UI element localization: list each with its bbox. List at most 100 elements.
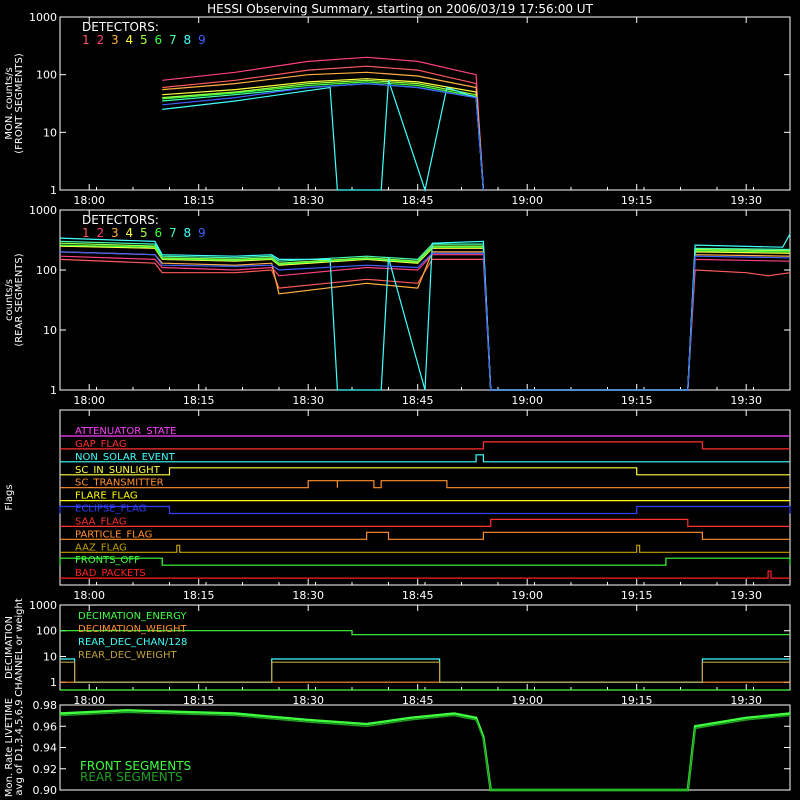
panel-front: 18:00 18:15 18:30 18:45 19:00 19:15 19:30 1 10 10… xyxy=(4,11,791,207)
legend-entry: 7 xyxy=(169,33,177,47)
hessi-summary-figure: HESSI Observing Summary, starting on 200… xyxy=(0,0,800,800)
y-tick-label: 1 xyxy=(50,384,57,397)
y-tick-label: 0.94 xyxy=(33,742,58,755)
series-line-detector-9 xyxy=(162,82,484,191)
decimation-line-rear_weight xyxy=(60,661,790,683)
y-tick-label: 100 xyxy=(36,264,57,277)
flag-line-bad_packets xyxy=(60,570,790,579)
legend-entry: 5 xyxy=(140,226,148,240)
legend-entry: 9 xyxy=(198,226,206,240)
legend-entry: 2 xyxy=(97,226,105,240)
flag-line-gap xyxy=(60,441,790,450)
series-line-detector-6 xyxy=(59,244,791,391)
panel-rear: 18:00 18:15 18:30 18:45 19:00 19:15 19:30 1 10 10… xyxy=(4,204,791,407)
legend-entry: 8 xyxy=(184,226,192,240)
legend-entry: 3 xyxy=(111,226,119,240)
y-tick-label: 0.92 xyxy=(33,763,58,776)
y-tick-label: 0.98 xyxy=(33,699,58,712)
x-tick-label: 18:00 xyxy=(73,394,105,407)
legend-entry: 6 xyxy=(155,33,163,47)
panel-decimation: 18:00 18:15 18:30 18:45 19:00 19:15 19:3011010… xyxy=(4,598,791,707)
y-tick-label: 100 xyxy=(36,69,57,82)
flag-line-eclipse xyxy=(59,505,791,515)
legend-entry: 4 xyxy=(126,226,134,240)
y-tick-label: 10 xyxy=(43,324,57,337)
y-tick-label: 100 xyxy=(36,625,57,638)
flag-label: GAP_FLAG xyxy=(75,439,127,450)
series-line-detector-1 xyxy=(59,258,791,391)
legend-entry: 1 xyxy=(82,226,90,240)
x-tick-label: 18:00 xyxy=(73,194,105,207)
flag-label: BAD_PACKETS xyxy=(75,568,146,579)
y-tick-label: 1000 xyxy=(29,204,57,217)
panel-livetime: 0.900.920.940.960.98Mon. Rate LIVETIME av… xyxy=(4,698,791,797)
decimation-legend: DECIMATION_ENERGY xyxy=(78,611,187,622)
y-tick-label: 0.96 xyxy=(33,720,58,733)
decimation-legend: DECIMATION_WEIGHT xyxy=(78,624,187,635)
legend-entry: 7 xyxy=(169,226,177,240)
y-tick-label: 1 xyxy=(50,676,57,689)
flag-line-particle xyxy=(60,531,790,540)
flag-label: PARTICLE_FLAG xyxy=(75,529,152,540)
legend-entry: 9 xyxy=(198,33,206,47)
legend-entry: 6 xyxy=(155,226,163,240)
decimation-legend: REAR_DEC_WEIGHT xyxy=(78,650,177,661)
legend-title: DETECTORS: xyxy=(82,213,159,227)
legend-title: DETECTORS: xyxy=(82,20,159,34)
flag-label: ECLIPSE_FLAG xyxy=(75,504,146,515)
flag-label: SAA_FLAG xyxy=(75,516,126,527)
legend-entry: 1 xyxy=(82,33,90,47)
legend-entry: 2 xyxy=(97,33,105,47)
flag-line-saa xyxy=(60,518,790,528)
flag-label: AAZ_FLAG xyxy=(75,542,127,553)
x-tick-label: 18:15 xyxy=(183,589,215,602)
y-axis-label: Flags xyxy=(4,484,15,510)
figure-title: HESSI Observing Summary, starting on 200… xyxy=(207,2,593,16)
x-tick-label: 18:30 xyxy=(292,589,324,602)
flag-label: NON_SOLAR_EVENT xyxy=(75,452,176,463)
flag-label: FRONTS_OFF xyxy=(75,555,140,566)
flag-label: FLARE_FLAG xyxy=(75,491,138,502)
x-tick-label: 18:00 xyxy=(73,589,105,602)
flag-line-insunlight xyxy=(60,467,790,476)
series-line-detector-2 xyxy=(59,254,791,391)
x-tick-label: 18:30 xyxy=(292,194,324,207)
x-tick-label: 19:00 xyxy=(511,589,543,602)
y-tick-label: 1 xyxy=(50,184,57,197)
series-line-detector-8 xyxy=(59,233,791,391)
series-line-detector-2 xyxy=(162,56,484,191)
x-tick-label: 19:30 xyxy=(730,589,762,602)
legend-entry: 4 xyxy=(126,33,134,47)
x-tick-label: 19:15 xyxy=(621,194,653,207)
legend-entry: 5 xyxy=(140,33,148,47)
legend-entry: 8 xyxy=(184,33,192,47)
x-tick-label: 18:15 xyxy=(183,394,215,407)
y-axis-label: avg of D1,3,4,5,6,9 xyxy=(14,699,25,795)
x-tick-label: 19:15 xyxy=(621,394,653,407)
x-tick-label: 18:45 xyxy=(402,394,434,407)
x-tick-label: 18:15 xyxy=(183,194,215,207)
flag-label: SC_TRANSMITTER xyxy=(75,478,164,489)
flag-line-transmitter xyxy=(60,480,790,489)
flag-label: ATTENUATOR_STATE xyxy=(75,426,176,437)
hessi-summary-svg: HESSI Observing Summary, starting on 200… xyxy=(4,2,791,797)
y-axis-label: CHANNEL or weight xyxy=(14,598,25,697)
legend-entry: 3 xyxy=(111,33,119,47)
series-line-detector-6 xyxy=(162,81,484,191)
y-axis-label: (REAR SEGMENTS) xyxy=(14,253,25,346)
x-tick-label: 19:30 xyxy=(730,194,762,207)
x-tick-label: 19:15 xyxy=(621,589,653,602)
x-tick-label: 19:00 xyxy=(511,194,543,207)
y-axis-label: (FRONT SEGMENTS) xyxy=(14,53,25,154)
flag-line-fronts_off xyxy=(59,557,791,566)
y-tick-label: 1000 xyxy=(29,599,57,612)
decimation-legend: REAR_DEC_CHAN/128 xyxy=(78,637,187,648)
livetime-legend: REAR SEGMENTS xyxy=(80,770,183,784)
panel-flags: 18:00 18:15 18:30 18:45 19:00 19:15 19:30 Flags… xyxy=(4,409,791,602)
flag-label: SC_IN_SUNLIGHT xyxy=(75,465,161,476)
flag-line-aaz xyxy=(60,544,790,553)
y-tick-label: 10 xyxy=(43,650,57,663)
x-tick-label: 18:45 xyxy=(402,194,434,207)
y-tick-label: 1000 xyxy=(29,11,57,24)
y-tick-label: 10 xyxy=(43,126,57,139)
